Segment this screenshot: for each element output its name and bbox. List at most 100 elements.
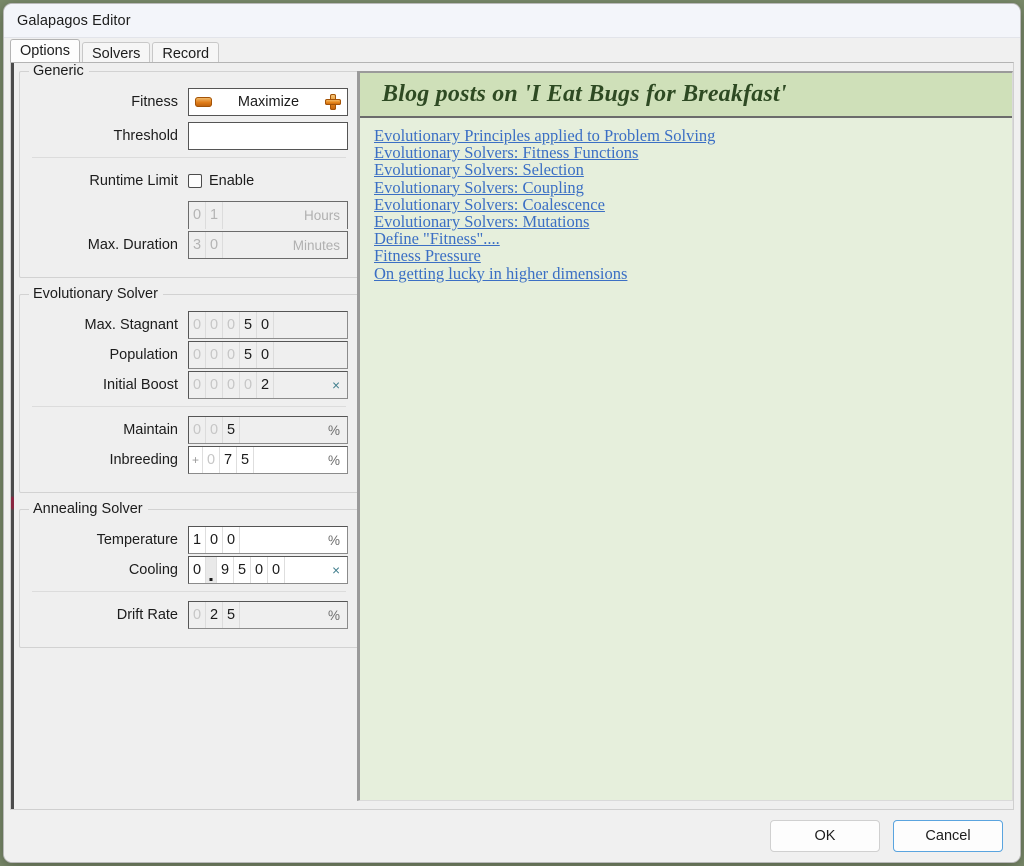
digit-cell[interactable]: 0 [223,372,240,398]
fitness-combo[interactable]: Maximize [188,88,348,116]
inbreeding-digits[interactable]: + 0 7 5 [189,447,254,473]
digit-cell[interactable]: 0 [189,557,206,583]
digit-cell[interactable]: 0 [206,232,223,258]
digit-cell[interactable]: 0 [257,342,274,368]
blog-link[interactable]: Define "Fitness".... [374,230,1012,247]
max-duration-minutes-digits[interactable]: 3 0 [189,232,223,258]
digit-cell[interactable]: 0 [251,557,268,583]
digit-cell[interactable]: 0 [223,527,240,553]
blog-panel: Blog posts on 'I Eat Bugs for Breakfast'… [357,71,1013,801]
tab-options[interactable]: Options [10,39,80,62]
tab-solvers[interactable]: Solvers [81,42,151,62]
blog-link[interactable]: Evolutionary Solvers: Coalescence [374,196,1012,213]
digit-cell[interactable]: 0 [206,342,223,368]
digit-cell[interactable]: 0 [189,202,206,229]
max-duration-hours-field[interactable]: 0 1 Hours [188,201,348,229]
blog-link[interactable]: Evolutionary Solvers: Mutations [374,213,1012,230]
blog-link[interactable]: Fitness Pressure [374,247,1012,264]
digit-cell[interactable]: 0 [206,417,223,443]
digit-cell[interactable]: 2 [257,372,274,398]
checkbox-box-icon[interactable] [188,174,202,188]
inbreeding-field[interactable]: + 0 7 5 % [188,446,348,474]
digit-cell[interactable]: 0 [268,557,285,583]
digit-cell[interactable]: 5 [240,342,257,368]
max-stagnant-row: Max. Stagnant 0 0 0 5 0 [30,311,348,339]
runtime-limit-checkbox[interactable]: Enable [188,173,348,189]
digit-cell[interactable]: 1 [189,527,206,553]
digit-cell[interactable]: 0 [223,342,240,368]
initial-boost-label: Initial Boost [103,377,178,393]
generic-groupbox: Generic Fitness Maximize Threshold Runti… [19,63,359,278]
dialog-footer: OK Cancel [4,810,1020,862]
digit-cell[interactable]: 0 [206,527,223,553]
digit-cell[interactable]: 0 [189,342,206,368]
blog-link[interactable]: Evolutionary Principles applied to Probl… [374,127,1012,144]
population-digits[interactable]: 0 0 0 5 0 [189,342,274,368]
digit-cell[interactable]: 5 [223,602,240,628]
field-filler [223,202,304,229]
runtime-limit-row: Runtime Limit Enable [30,167,348,195]
temperature-digits[interactable]: 1 0 0 [189,527,240,553]
digit-cell[interactable]: 5 [234,557,251,583]
initial-boost-digits[interactable]: 0 0 0 0 2 [189,372,274,398]
drift-rate-field[interactable]: 0 2 5 % [188,601,348,629]
blog-link[interactable]: Evolutionary Solvers: Fitness Functions [374,144,1012,161]
max-duration-label: Max. Duration [87,237,178,253]
inbreeding-unit: % [327,452,340,468]
initial-boost-row: Initial Boost 0 0 0 0 2 × [30,371,348,399]
digit-cell[interactable]: 9 [217,557,234,583]
blog-link[interactable]: Evolutionary Solvers: Coupling [374,178,1012,196]
max-duration-hours-row: Max. Duration 0 1 Hours [30,201,348,229]
drift-rate-row: Drift Rate 0 2 5 % [30,601,348,629]
max-stagnant-field[interactable]: 0 0 0 5 0 [188,311,348,339]
annealing-solver-groupbox: Annealing Solver Temperature 1 0 0 % Coo… [19,501,359,648]
digit-cell[interactable]: 5 [237,447,254,473]
blog-link[interactable]: On getting lucky in higher dimensions [374,264,1012,282]
fitness-label: Fitness [131,94,178,110]
galapagos-editor-window: Galapagos Editor Options Solvers Record … [4,4,1020,862]
digit-cell[interactable]: 7 [220,447,237,473]
cooling-field[interactable]: 0 9 5 0 0 × [188,556,348,584]
threshold-input[interactable] [188,122,348,150]
maintain-digits[interactable]: 0 0 5 [189,417,240,443]
digit-cell[interactable]: 0 [189,312,206,338]
evolutionary-group-title: Evolutionary Solver [29,286,163,302]
temperature-field[interactable]: 1 0 0 % [188,526,348,554]
drift-rate-digits[interactable]: 0 2 5 [189,602,240,628]
left-rail-indicator [11,63,14,809]
digit-cell[interactable]: 2 [206,602,223,628]
generic-separator [32,157,346,158]
maximize-icon[interactable] [325,94,341,110]
max-duration-hours-digits[interactable]: 0 1 [189,202,223,229]
maintain-field[interactable]: 0 0 5 % [188,416,348,444]
population-field[interactable]: 0 0 0 5 0 [188,341,348,369]
digit-cell[interactable]: 0 [189,602,206,628]
cancel-button[interactable]: Cancel [893,820,1003,852]
digit-cell[interactable]: 0 [240,372,257,398]
digit-cell[interactable]: 1 [206,202,223,229]
digit-cell[interactable]: 3 [189,232,206,258]
threshold-row: Threshold [30,122,348,150]
max-stagnant-digits[interactable]: 0 0 0 5 0 [189,312,274,338]
initial-boost-field[interactable]: 0 0 0 0 2 × [188,371,348,399]
digit-cell[interactable]: 0 [203,447,220,473]
ok-button[interactable]: OK [770,820,880,852]
sign-cell[interactable]: + [189,447,203,473]
digit-cell[interactable]: 0 [206,312,223,338]
tab-options-label: Options [20,43,70,59]
cooling-digits[interactable]: 0 9 5 0 0 [189,557,285,583]
digit-cell[interactable]: 0 [189,372,206,398]
digit-cell[interactable]: 0 [206,372,223,398]
digit-cell[interactable]: 0 [257,312,274,338]
population-label: Population [109,347,178,363]
evolutionary-separator [32,406,346,407]
minimize-icon[interactable] [195,97,212,107]
max-duration-minutes-field[interactable]: 3 0 Minutes [188,231,348,259]
digit-cell[interactable]: 0 [223,312,240,338]
digit-cell[interactable]: 5 [223,417,240,443]
digit-cell[interactable]: 0 [189,417,206,443]
digit-cell[interactable]: 5 [240,312,257,338]
tab-strip: Options Solvers Record [4,38,1020,62]
tab-record[interactable]: Record [152,42,220,62]
blog-link[interactable]: Evolutionary Solvers: Selection [374,161,1012,178]
